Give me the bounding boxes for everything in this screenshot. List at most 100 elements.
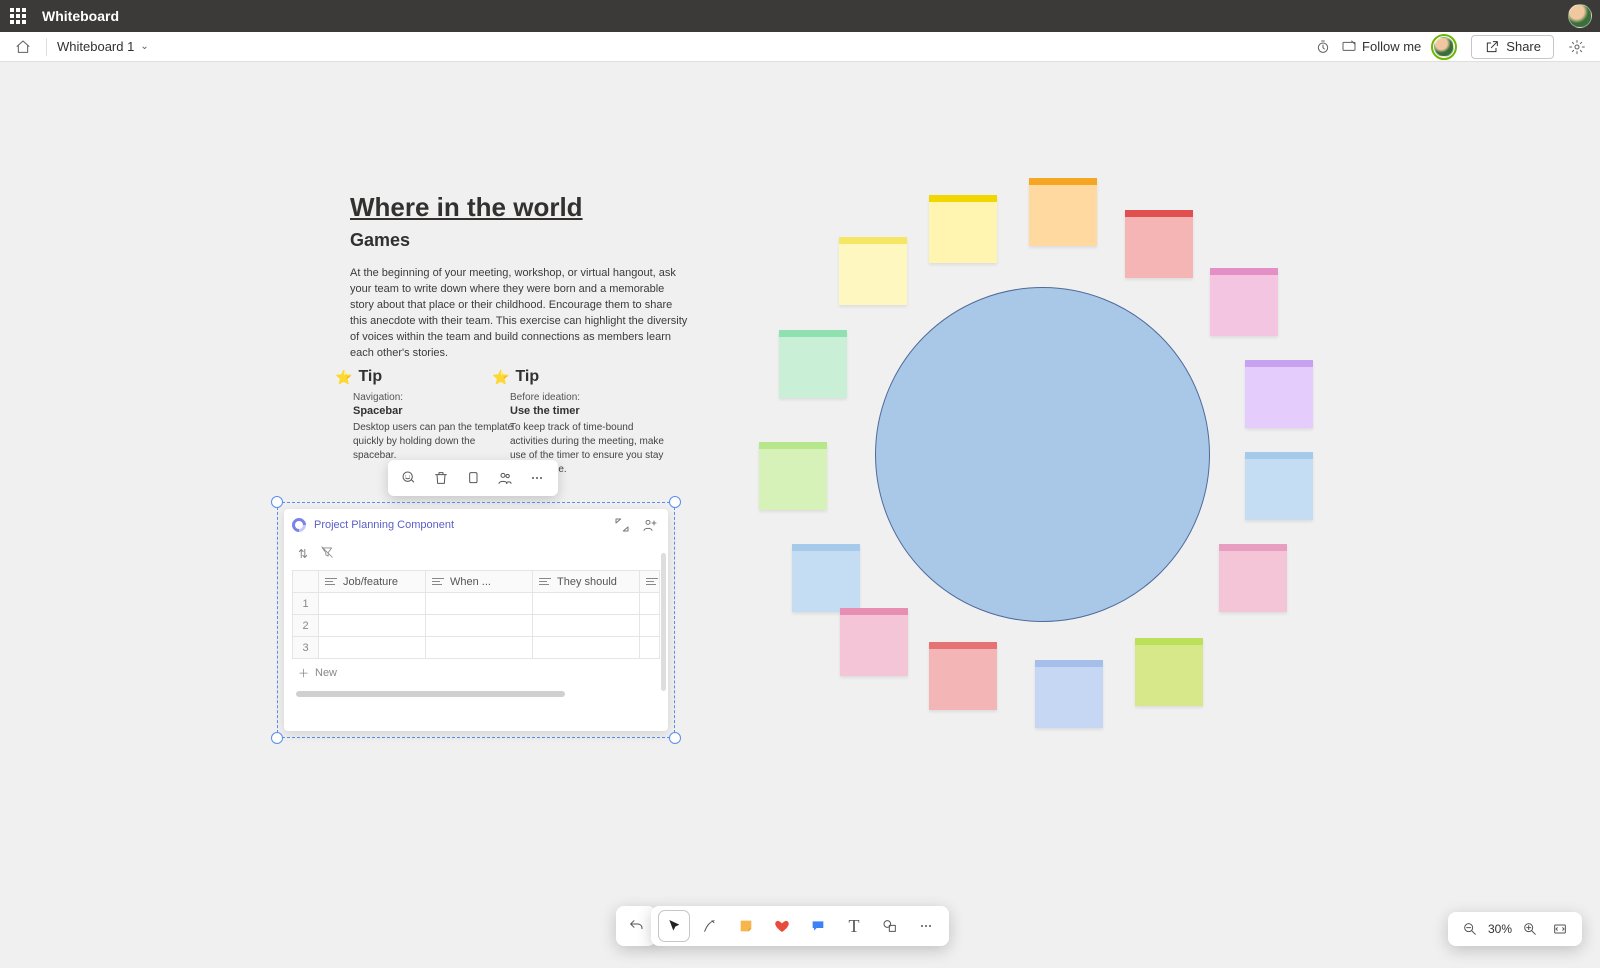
loop-sort-button[interactable]: ⇅: [298, 547, 308, 561]
loop-component-selected[interactable]: Project Planning Component ⇅: [277, 502, 675, 738]
cell[interactable]: [319, 637, 426, 659]
loop-logo-icon: [289, 515, 309, 535]
cell[interactable]: [426, 593, 533, 615]
cell[interactable]: [426, 615, 533, 637]
board-name-dropdown[interactable]: Whiteboard 1 ⌄: [57, 39, 149, 54]
cell[interactable]: [319, 615, 426, 637]
col-header-1[interactable]: Job/feature: [343, 576, 398, 588]
loop-expand-button[interactable]: [612, 515, 632, 535]
sticky-note[interactable]: [1219, 544, 1287, 612]
sticky-note[interactable]: [1245, 360, 1313, 428]
heart-icon: [774, 918, 790, 934]
loop-filter-button[interactable]: [320, 545, 334, 562]
resize-handle-tl[interactable]: [271, 496, 283, 508]
tip-title: Tip: [515, 368, 539, 386]
share-icon: [1484, 39, 1500, 55]
sticky-note[interactable]: [1135, 638, 1203, 706]
cell[interactable]: [319, 593, 426, 615]
cell[interactable]: [533, 615, 640, 637]
table-row[interactable]: 3: [293, 637, 660, 659]
col-header-3[interactable]: They should: [557, 576, 617, 588]
sticky-note[interactable]: [1125, 210, 1193, 278]
reaction-button[interactable]: [394, 464, 424, 492]
presence-avatar[interactable]: [1431, 34, 1457, 60]
ink-tool-button[interactable]: [695, 911, 725, 941]
sticky-note[interactable]: [929, 642, 997, 710]
collaborate-button[interactable]: [490, 464, 520, 492]
resize-handle-br[interactable]: [669, 732, 681, 744]
more-icon: [529, 470, 545, 486]
tip-bold: Use the timer: [510, 405, 672, 417]
sticky-note[interactable]: [1029, 178, 1097, 246]
vertical-scrollbar[interactable]: [661, 553, 666, 691]
home-button[interactable]: [10, 34, 36, 60]
follow-me-button[interactable]: Follow me: [1362, 39, 1421, 54]
sticky-note[interactable]: [840, 608, 908, 676]
horizontal-scrollbar[interactable]: [296, 691, 565, 697]
sticky-note[interactable]: [779, 330, 847, 398]
cell[interactable]: [533, 593, 640, 615]
cursor-icon: [666, 918, 682, 934]
cell[interactable]: [640, 637, 660, 659]
loop-title[interactable]: Project Planning Component: [314, 519, 454, 531]
cell[interactable]: [426, 637, 533, 659]
sticky-note[interactable]: [1035, 660, 1103, 728]
follow-me-label: Follow me: [1362, 39, 1421, 54]
settings-button[interactable]: [1564, 34, 1590, 60]
undo-button[interactable]: [621, 911, 651, 941]
circle-shape[interactable]: [875, 287, 1210, 622]
sticky-note[interactable]: [792, 544, 860, 612]
fit-to-screen-button[interactable]: [1548, 917, 1572, 941]
cell[interactable]: [640, 593, 660, 615]
template-heading[interactable]: Where in the world: [350, 192, 583, 223]
comment-tool-button[interactable]: [803, 911, 833, 941]
tip-heading: ⭐ Tip: [335, 368, 515, 386]
text-tool-button[interactable]: T: [839, 911, 869, 941]
sticky-note[interactable]: [1210, 268, 1278, 336]
loop-component[interactable]: Project Planning Component ⇅: [284, 509, 668, 731]
resize-handle-bl[interactable]: [271, 732, 283, 744]
delete-button[interactable]: [426, 464, 456, 492]
timer-icon: [1315, 39, 1331, 55]
sticky-note[interactable]: [839, 237, 907, 305]
table-row[interactable]: 2: [293, 615, 660, 637]
present-button[interactable]: [1336, 34, 1362, 60]
zoom-in-icon: [1522, 921, 1538, 937]
more-tools-button[interactable]: [911, 911, 941, 941]
sticky-note[interactable]: [759, 442, 827, 510]
more-button[interactable]: [522, 464, 552, 492]
zoom-out-button[interactable]: [1458, 917, 1482, 941]
sticky-note-tool-button[interactable]: [731, 911, 761, 941]
template-body-text[interactable]: At the beginning of your meeting, worksh…: [350, 266, 690, 362]
copy-button[interactable]: [458, 464, 488, 492]
resize-handle-tr[interactable]: [669, 496, 681, 508]
template-subheading[interactable]: Games: [350, 230, 410, 251]
share-button[interactable]: Share: [1471, 35, 1554, 59]
account-avatar[interactable]: [1568, 4, 1592, 28]
add-row-button[interactable]: ＋ New: [284, 659, 668, 687]
col-header-more[interactable]: [646, 578, 658, 586]
loop-table[interactable]: Job/feature When ... They should 123: [292, 570, 660, 659]
whiteboard-canvas[interactable]: Where in the world Games At the beginnin…: [0, 62, 1600, 968]
tip-desc: Desktop users can pan the template quick…: [353, 421, 515, 463]
sticky-note[interactable]: [929, 195, 997, 263]
app-launcher-icon[interactable]: [8, 6, 28, 26]
sticky-note[interactable]: [1245, 452, 1313, 520]
timer-button[interactable]: [1310, 34, 1336, 60]
cell[interactable]: [533, 637, 640, 659]
cell[interactable]: [640, 615, 660, 637]
loop-share-button[interactable]: [640, 515, 660, 535]
creation-toolbar: T: [651, 906, 949, 946]
zoom-in-button[interactable]: [1518, 917, 1542, 941]
table-row[interactable]: 1: [293, 593, 660, 615]
loop-header: Project Planning Component: [284, 509, 668, 541]
tip-block-1[interactable]: ⭐ Tip Navigation: Spacebar Desktop users…: [335, 368, 515, 463]
sticky-note-header-stripe: [929, 195, 997, 202]
reaction-tool-button[interactable]: [767, 911, 797, 941]
col-header-2[interactable]: When ...: [450, 576, 491, 588]
board-name-label: Whiteboard 1: [57, 39, 134, 54]
select-tool-button[interactable]: [659, 911, 689, 941]
trash-icon: [433, 470, 449, 486]
zoom-level[interactable]: 30%: [1488, 922, 1512, 936]
shape-tool-button[interactable]: [875, 911, 905, 941]
